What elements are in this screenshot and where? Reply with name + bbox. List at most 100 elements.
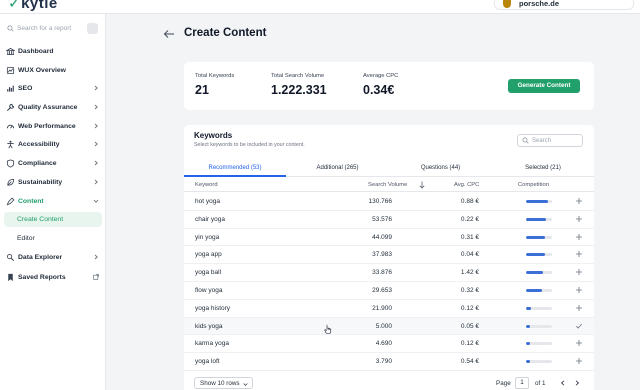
pen-icon [6, 197, 15, 206]
plus-icon[interactable] [575, 250, 583, 258]
chevron-right-icon [94, 141, 98, 147]
hand-cursor-icon [324, 324, 332, 334]
chevron-right-icon [94, 254, 98, 260]
plus-icon[interactable] [575, 233, 583, 241]
cell-search-volume: 3.790 [375, 358, 392, 366]
sidebar: Search for a report Dashboard WUX Overvie… [0, 14, 106, 390]
person-icon [7, 140, 14, 149]
stat-label: Total Search Volume [271, 73, 325, 79]
check-icon[interactable] [575, 322, 583, 330]
column-keyword[interactable]: Keyword [195, 182, 218, 188]
sidebar-item-label: Sustainability [18, 178, 63, 186]
sidebar-item-quality-assurance[interactable]: Quality Assurance [4, 100, 102, 115]
cell-avg-cpc: 0.05 € [460, 322, 479, 330]
table-row[interactable]: chair yoga 53.576 0.22 € [184, 211, 594, 229]
keywords-card: Keywords Select keywords to be included … [184, 125, 594, 390]
table-row[interactable]: yoga app 37.983 0.04 € [184, 246, 594, 265]
sidebar-item-create-content[interactable]: Create Content [4, 212, 102, 227]
sidebar-item-label: Editor [17, 234, 35, 242]
plus-icon[interactable] [575, 215, 583, 223]
page-total: of 1 [535, 379, 546, 387]
tab-selected[interactable]: Selected (21) [492, 162, 594, 177]
sidebar-search[interactable]: Search for a report [6, 22, 100, 36]
chevron-right-icon [94, 179, 98, 185]
wrench-icon [6, 103, 15, 112]
cell-avg-cpc: 0.88 € [460, 198, 479, 205]
sidebar-item-label: Content [18, 197, 44, 205]
cell-avg-cpc: 0.12 € [460, 304, 479, 312]
keyword-search-input[interactable]: Search [517, 134, 583, 147]
account-switcher[interactable]: porsche.de [494, 0, 634, 10]
plus-icon[interactable] [575, 197, 583, 205]
plus-icon[interactable] [575, 268, 583, 276]
sidebar-item-label: WUX Overview [18, 66, 66, 74]
table-row[interactable]: yoga history 21.900 0.12 € [184, 300, 594, 318]
competition-bar-fill [526, 235, 545, 239]
competition-bar [526, 360, 552, 364]
bank-icon [6, 47, 15, 56]
table-row[interactable]: kids yoga 5.000 0.05 € [184, 317, 594, 336]
stat-value: 0.34€ [363, 83, 395, 97]
sidebar-item-editor[interactable]: Editor [4, 231, 102, 246]
tab-recommended[interactable]: Recommended (53) [184, 162, 286, 177]
column-avg-cpc[interactable]: Avg. CPC [454, 182, 479, 188]
sidebar-item-content[interactable]: Content [4, 194, 102, 209]
cell-keyword: karma yoga [195, 340, 229, 348]
export-icon[interactable] [93, 274, 99, 280]
competition-bar [526, 271, 552, 275]
page-label: Page [496, 379, 511, 387]
tab-questions[interactable]: Questions (44) [389, 162, 492, 177]
sidebar-item-saved-reports[interactable]: Saved Reports [4, 270, 102, 285]
sort-down-icon[interactable] [419, 181, 425, 189]
sidebar-item-sustainability[interactable]: Sustainability [4, 175, 102, 190]
page-number-input[interactable]: 1 [515, 377, 529, 389]
cell-search-volume: 5.000 [375, 322, 392, 330]
plus-icon[interactable] [575, 286, 583, 294]
table-row[interactable]: yin yoga 44.099 0.31 € [184, 229, 594, 247]
chevron-left-icon[interactable] [560, 380, 566, 386]
bar-chart-icon [7, 85, 14, 92]
competition-bar-fill [526, 217, 547, 221]
sidebar-item-label: Saved Reports [18, 273, 66, 281]
sidebar-item-seo[interactable]: SEO [4, 81, 102, 96]
cell-search-volume: 4.690 [375, 340, 392, 348]
stat-label: Average CPC [363, 73, 399, 79]
plus-icon[interactable] [575, 357, 583, 365]
sidebar-item-wux-overview[interactable]: WUX Overview [4, 63, 102, 78]
chevron-right-icon [94, 123, 98, 129]
search-icon [522, 137, 529, 144]
shield-icon [6, 159, 15, 168]
rows-per-page-select[interactable]: Show 10 rows [194, 377, 253, 389]
column-competition[interactable]: Competition [518, 182, 549, 188]
table-row[interactable]: yoga ball 33.876 1.42 € [184, 264, 594, 282]
back-arrow-icon[interactable] [163, 29, 175, 39]
competition-bar [526, 342, 552, 346]
sidebar-item-accessibility[interactable]: Accessibility [4, 137, 102, 152]
tab-additional[interactable]: Additional (265) [286, 162, 389, 177]
cell-keyword: chair yoga [195, 215, 225, 223]
column-search-volume[interactable]: Search Volume [368, 182, 407, 188]
generate-content-button[interactable]: Generate Content [508, 79, 580, 93]
keyword-table-body: hot yoga 130.766 0.88 € chair yoga 53.576 0.2… [184, 193, 594, 371]
keyword-tabs: Recommended (53) Additional (265) Questi… [184, 162, 594, 177]
table-row[interactable]: flow yoga 29.653 0.32 € [184, 282, 594, 300]
cell-keyword: yoga ball [195, 269, 222, 277]
plus-icon[interactable] [575, 304, 583, 312]
table-row[interactable]: karma yoga 4.690 0.12 € [184, 335, 594, 354]
plus-icon[interactable] [575, 339, 583, 347]
brand-crest-icon [503, 0, 511, 8]
search-icon [7, 25, 14, 32]
leaf-icon [7, 178, 15, 186]
sidebar-item-dashboard[interactable]: Dashboard [4, 44, 102, 59]
sidebar-item-web-performance[interactable]: Web Performance [4, 119, 102, 134]
sidebar-item-data-explorer[interactable]: Data Explorer [4, 250, 102, 265]
sidebar-item-compliance[interactable]: Compliance [4, 156, 102, 171]
app-logo[interactable]: ✓kytle [8, 0, 58, 12]
stat-total-keywords: Total Keywords 21 [195, 73, 234, 97]
table-row[interactable]: yoga loft 3.790 0.54 € [184, 353, 594, 371]
table-row[interactable]: hot yoga 130.766 0.88 € [184, 193, 594, 211]
gauge-icon [6, 124, 15, 129]
cell-avg-cpc: 1.42 € [460, 269, 479, 277]
competition-bar-fill [526, 200, 549, 203]
chevron-right-icon[interactable] [574, 380, 580, 386]
